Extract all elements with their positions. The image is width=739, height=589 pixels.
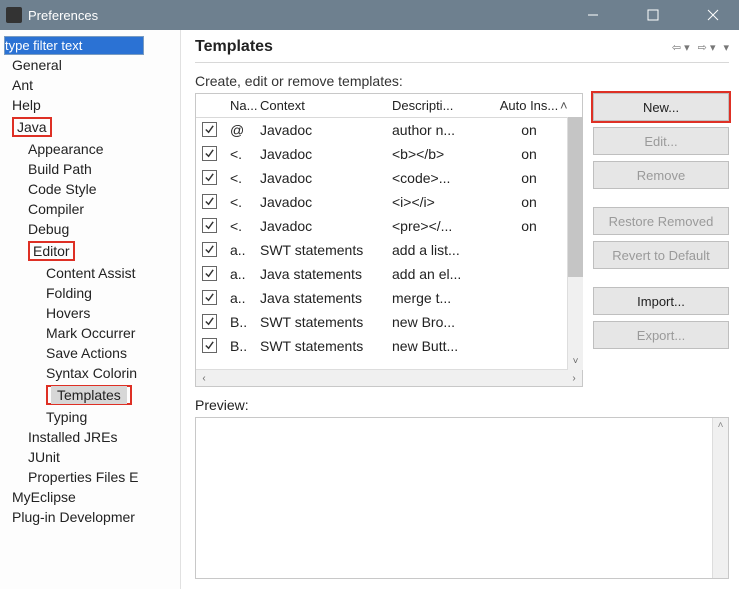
sidebar-item-save-actions[interactable]: Save Actions [0, 343, 180, 363]
import-button[interactable]: Import... [593, 287, 729, 315]
sidebar-item-installed-jres[interactable]: Installed JREs [0, 427, 180, 447]
button-column: New... Edit... Remove Restore Removed Re… [593, 93, 729, 387]
sidebar-item-plug-in-developmer[interactable]: Plug-in Developmer [0, 507, 180, 527]
sidebar-item-appearance[interactable]: Appearance [0, 139, 180, 159]
scroll-down-icon[interactable]: ˅ [568, 354, 583, 370]
export-button[interactable]: Export... [593, 321, 729, 349]
table-row[interactable]: B..SWT statementsnew Butt... [196, 334, 582, 358]
preview-box: ˄ [195, 417, 729, 579]
sidebar-item-compiler[interactable]: Compiler [0, 199, 180, 219]
sidebar-item-help[interactable]: Help [0, 95, 180, 115]
checkbox[interactable] [202, 146, 217, 161]
col-description[interactable]: Descripti... [392, 98, 498, 113]
checkbox[interactable] [202, 338, 217, 353]
maximize-button[interactable] [633, 1, 673, 29]
scroll-left-icon[interactable]: ‹ [196, 373, 212, 384]
checkbox[interactable] [202, 170, 217, 185]
sidebar-item-templates[interactable]: Templates [0, 383, 180, 407]
sidebar-item-general[interactable]: General [0, 55, 180, 75]
table-row[interactable]: a..Java statementsadd an el... [196, 262, 582, 286]
toolbar-nav[interactable]: ⇦ ▾ ⇨ ▾ ▾ [672, 41, 729, 54]
table-row[interactable]: <.Javadoc<b></b>on [196, 142, 582, 166]
sidebar-item-hovers[interactable]: Hovers [0, 303, 180, 323]
sidebar-item-debug[interactable]: Debug [0, 219, 180, 239]
scroll-thumb[interactable] [568, 117, 583, 277]
filter-input[interactable]: type filter text [4, 36, 144, 55]
back-icon[interactable]: ⇦ ▾ [672, 41, 690, 54]
col-name[interactable]: Na... [230, 98, 260, 113]
table-row[interactable]: a..Java statementsmerge t... [196, 286, 582, 310]
scroll-right-icon[interactable]: › [566, 373, 582, 384]
sidebar-item-myeclipse[interactable]: MyEclipse [0, 487, 180, 507]
table-row[interactable]: B..SWT statementsnew Bro... [196, 310, 582, 334]
sidebar-item-properties-files-e[interactable]: Properties Files E [0, 467, 180, 487]
hscrollbar[interactable]: ‹ › [196, 369, 582, 386]
preview-scrollbar[interactable]: ˄ [712, 418, 728, 578]
table-header[interactable]: Na... Context Descripti... Auto Ins... ˄ [196, 94, 582, 118]
scroll-up-icon[interactable]: ˄ [713, 418, 728, 434]
remove-button[interactable]: Remove [593, 161, 729, 189]
window-title: Preferences [28, 8, 98, 23]
sidebar-item-editor[interactable]: Editor [0, 239, 180, 263]
main-panel: Templates ⇦ ▾ ⇨ ▾ ▾ Create, edit or remo… [181, 30, 739, 589]
revert-default-button[interactable]: Revert to Default [593, 241, 729, 269]
templates-table: Na... Context Descripti... Auto Ins... ˄… [195, 93, 583, 387]
col-autoinsert[interactable]: Auto Ins... [498, 98, 560, 113]
titlebar: Preferences [0, 0, 739, 30]
table-row[interactable]: <.Javadoc<code>...on [196, 166, 582, 190]
sidebar-item-java[interactable]: Java [0, 115, 180, 139]
sidebar: type filter text GeneralAntHelpJavaAppea… [0, 30, 181, 589]
sidebar-item-code-style[interactable]: Code Style [0, 179, 180, 199]
checkbox[interactable] [202, 314, 217, 329]
col-context[interactable]: Context [260, 98, 392, 113]
preview-label: Preview: [195, 397, 729, 413]
table-row[interactable]: @Javadocauthor n...on [196, 118, 582, 142]
checkbox[interactable] [202, 194, 217, 209]
sidebar-item-ant[interactable]: Ant [0, 75, 180, 95]
sidebar-item-junit[interactable]: JUnit [0, 447, 180, 467]
dropdown-icon[interactable]: ▾ [723, 41, 729, 54]
checkbox[interactable] [202, 266, 217, 281]
sidebar-item-build-path[interactable]: Build Path [0, 159, 180, 179]
sidebar-item-folding[interactable]: Folding [0, 283, 180, 303]
checkbox[interactable] [202, 218, 217, 233]
minimize-button[interactable] [573, 1, 613, 29]
instruction-label: Create, edit or remove templates: [195, 73, 729, 89]
edit-button[interactable]: Edit... [593, 127, 729, 155]
table-row[interactable]: <.Javadoc<i></i>on [196, 190, 582, 214]
table-row[interactable]: <.Javadoc<pre></...on [196, 214, 582, 238]
checkbox[interactable] [202, 290, 217, 305]
scroll-up-icon[interactable]: ˄ [560, 98, 576, 113]
sidebar-item-syntax-colorin[interactable]: Syntax Colorin [0, 363, 180, 383]
nav-tree: GeneralAntHelpJavaAppearanceBuild PathCo… [0, 55, 180, 527]
sidebar-item-typing[interactable]: Typing [0, 407, 180, 427]
restore-removed-button[interactable]: Restore Removed [593, 207, 729, 235]
table-row[interactable]: a..SWT statementsadd a list... [196, 238, 582, 262]
close-button[interactable] [693, 1, 733, 29]
app-icon [6, 7, 22, 23]
sidebar-item-mark-occurrer[interactable]: Mark Occurrer [0, 323, 180, 343]
vscrollbar[interactable]: ˅ [567, 117, 583, 370]
checkbox[interactable] [202, 242, 217, 257]
page-title: Templates [195, 38, 273, 56]
checkbox[interactable] [202, 122, 217, 137]
sidebar-item-content-assist[interactable]: Content Assist [0, 263, 180, 283]
forward-icon[interactable]: ⇨ ▾ [698, 41, 716, 54]
new-button[interactable]: New... [593, 93, 729, 121]
